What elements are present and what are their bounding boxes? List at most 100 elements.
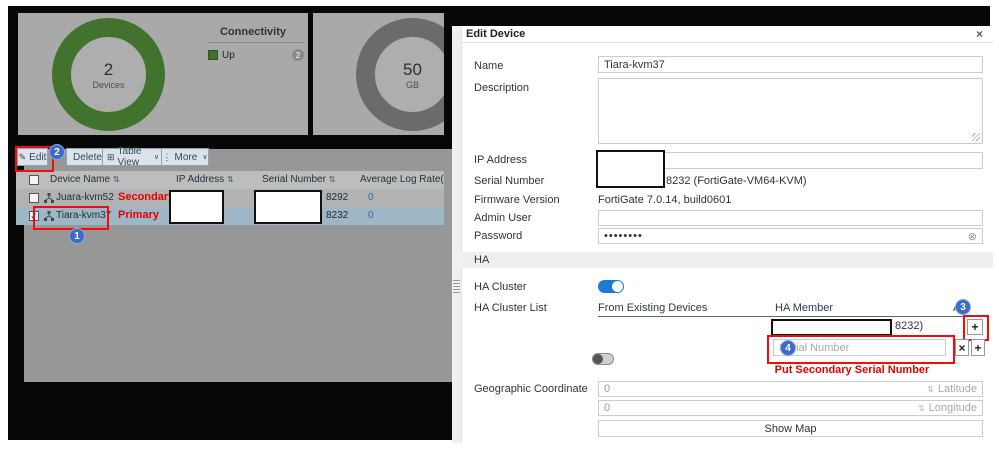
plus-icon: + (971, 320, 979, 334)
col-from-existing-devices: From Existing Devices (598, 302, 708, 314)
step-4-badge: 4 (780, 340, 796, 356)
up-status-swatch (208, 50, 218, 60)
delete-button[interactable]: Delete (66, 148, 106, 166)
col-ha-member: HA Member (775, 302, 834, 314)
sort-icon: ⇅ (328, 175, 336, 184)
table-row-juara[interactable]: Juara-kvm52 Secondary 8292 0 (16, 189, 444, 207)
resize-handle-icon[interactable] (972, 133, 980, 141)
toggle-knob (612, 281, 623, 292)
password-dots: •••••••• (604, 230, 643, 242)
more-button[interactable]: ⋮ More ∨ (161, 148, 209, 166)
col-ip-address[interactable]: IP Address ⇅ (176, 174, 234, 185)
edit-button-label: Edit (29, 151, 47, 163)
latitude-input[interactable]: 0 ⇅ Latitude (598, 381, 983, 397)
serial-number-value: 8232 (FortiGate-VM64-KVM) (666, 175, 807, 187)
col-serial-number[interactable]: Serial Number ⇅ (262, 174, 335, 185)
devices-widget-card: 2 Devices Connectivity Up 2 (18, 13, 308, 135)
longitude-input[interactable]: 0 ⇅ Longitude (598, 400, 983, 416)
panel-ip-redaction-box (596, 150, 665, 188)
panel-resize-divider[interactable] (452, 26, 462, 443)
delete-button-label: Delete (73, 151, 102, 163)
row-checkbox[interactable] (29, 193, 39, 203)
secondary-serial-note: Put Secondary Serial Number (774, 364, 930, 376)
table-view-icon: ⊞ (107, 151, 115, 162)
add-ha-member-row-button[interactable]: + (971, 339, 985, 356)
up-status-label: Up (222, 49, 235, 61)
device-name: Tiara-kvm37 (56, 210, 112, 221)
longitude-suffix: Longitude (928, 402, 977, 414)
admin-user-label: Admin User (474, 212, 532, 224)
description-textarea[interactable] (598, 78, 983, 144)
table-view-button[interactable]: ⊞ Table View ∨ (102, 146, 164, 168)
spinner-icon[interactable]: ⇅ (927, 385, 934, 394)
admin-user-input[interactable] (598, 210, 983, 226)
serial-suffix: 8232 (326, 210, 349, 221)
up-count-badge: 2 (292, 49, 304, 61)
name-label: Name (474, 60, 504, 72)
add-ha-member-button[interactable]: + (967, 319, 983, 335)
ha-cluster-icon (44, 211, 54, 221)
log-rate-link[interactable]: 0 (368, 192, 374, 203)
col-device-name[interactable]: Device Name ⇅ (50, 174, 120, 185)
select-all-checkbox[interactable] (29, 175, 39, 185)
storage-unit: GB (405, 79, 419, 90)
show-map-button[interactable]: Show Map (598, 420, 983, 437)
ha-cluster-icon (44, 193, 54, 203)
firmware-label: Firmware Version (474, 194, 560, 206)
clear-password-icon[interactable]: ⊗ (968, 230, 977, 243)
serial-number-input[interactable]: Serial Number (773, 339, 946, 356)
close-icon[interactable]: × (976, 27, 983, 41)
edit-icon: ✎ (18, 151, 27, 162)
spinner-icon[interactable]: ⇅ (918, 404, 925, 413)
table-header-row: Device Name ⇅ IP Address ⇅ Serial Number… (16, 171, 444, 189)
row-checkbox[interactable]: ✓ (29, 211, 39, 221)
toggle-knob (593, 354, 603, 364)
remove-icon: × (958, 340, 966, 355)
ha-cluster-toggle[interactable] (598, 280, 624, 293)
ip-address-label: IP Address (474, 154, 527, 166)
screenshot-page: 2 Devices Connectivity Up 2 50 GB ✎Edit (0, 0, 999, 459)
firmware-value: FortiGate 7.0.14, build0601 (598, 194, 732, 206)
legend-row-up: Up 2 (208, 49, 304, 61)
show-map-label: Show Map (764, 422, 817, 435)
storage-value: 50 (403, 59, 422, 79)
storage-donut-chart: 50 GB (356, 18, 444, 131)
log-rate-link[interactable]: 0 (368, 210, 374, 221)
longitude-value: 0 (604, 402, 611, 414)
sort-icon: ⇅ (112, 175, 120, 184)
devices-count: 2 (103, 59, 114, 79)
serial-suffix: 8292 (326, 192, 349, 203)
drag-handle-icon[interactable] (453, 280, 460, 294)
ha-member-redaction-box (771, 319, 892, 336)
app-canvas: 2 Devices Connectivity Up 2 50 GB ✎Edit (8, 6, 993, 443)
connectivity-legend-title: Connectivity (219, 26, 286, 38)
devices-unit: Devices (92, 79, 125, 90)
ha-section-band: HA (461, 252, 993, 268)
remove-ha-member-button[interactable]: × (955, 339, 969, 356)
edit-button[interactable]: ✎ Edit (17, 148, 48, 166)
devices-donut-chart: 2 Devices (52, 18, 165, 131)
password-input[interactable]: •••••••• ⊗ (598, 228, 983, 244)
role-annotation: Secondary (118, 191, 175, 203)
chevron-down-icon: ∨ (153, 154, 159, 161)
ha-section-title: HA (474, 254, 490, 266)
description-label: Description (474, 82, 530, 94)
plus-icon: + (974, 340, 982, 355)
panel-title: Edit Device (466, 28, 526, 40)
ha-cluster-label: HA Cluster (474, 281, 527, 293)
geo-coordinate-label: Geographic Coordinate (474, 383, 588, 395)
sort-icon: ⇅ (226, 175, 234, 184)
table-view-label: Table View (117, 146, 142, 168)
ha-list-header-row: From Existing Devices HA Member Act (598, 300, 983, 317)
panel-header: Edit Device × (461, 26, 993, 43)
serial-number-label: Serial Number (474, 175, 545, 187)
device-name: Juara-kvm52 (56, 192, 114, 203)
ha-member-toggle[interactable] (592, 353, 614, 365)
latitude-value: 0 (604, 383, 611, 395)
table-row-tiara[interactable]: ✓ Tiara-kvm37 Primary 8232 0 (16, 207, 444, 225)
col-avg-log-rate[interactable]: Average Log Rate(Log (360, 174, 444, 185)
more-icon: ⋮ (162, 151, 172, 162)
storage-widget-card: 50 GB (313, 13, 444, 135)
name-input[interactable]: Tiara-kvm37 (598, 56, 983, 73)
chevron-down-icon: ∨ (202, 154, 208, 161)
